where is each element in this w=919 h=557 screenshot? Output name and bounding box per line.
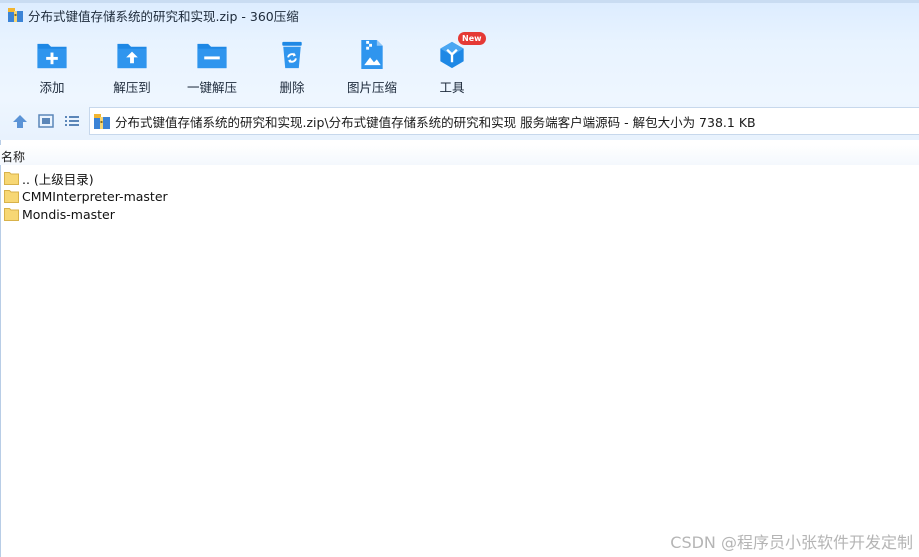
folder-icon xyxy=(4,172,19,185)
file-list: .. (上级目录) CMMInterpreter-master Mondis-m… xyxy=(0,169,919,223)
thumbnail-view-icon[interactable] xyxy=(37,113,55,129)
list-view-icon[interactable] xyxy=(63,113,81,129)
file-name: Mondis-master xyxy=(22,206,115,222)
toolbar-delete-label: 删除 xyxy=(279,80,305,95)
file-name: CMMInterpreter-master xyxy=(22,188,168,204)
address-bar[interactable]: 分布式键值存储系统的研究和实现.zip\分布式键值存储系统的研究和实现 服务端客… xyxy=(89,107,919,135)
extract-to-folder-icon xyxy=(117,43,147,69)
image-compress-icon xyxy=(361,39,383,70)
toolbar-add-label: 添加 xyxy=(39,80,65,95)
address-row: 分布式键值存储系统的研究和实现.zip\分布式键值存储系统的研究和实现 服务端客… xyxy=(0,106,919,136)
toolbar-image-compress-label: 图片压缩 xyxy=(346,80,397,95)
zip-archive-icon xyxy=(94,113,110,129)
new-badge: New xyxy=(458,32,486,45)
add-folder-icon xyxy=(37,43,67,69)
address-path: 分布式键值存储系统的研究和实现.zip\分布式键值存储系统的研究和实现 服务端客… xyxy=(115,114,756,130)
one-click-extract-icon xyxy=(197,43,227,69)
window-title: 分布式键值存储系统的研究和实现.zip - 360压缩 xyxy=(28,8,299,24)
toolbar-one-click-extract-button[interactable]: 一键解压 xyxy=(172,38,252,96)
list-item[interactable]: Mondis-master xyxy=(0,205,919,223)
recycle-bin-icon xyxy=(282,41,302,69)
toolbar-extract-to-button[interactable]: 解压到 xyxy=(92,38,172,96)
file-name: .. (上级目录) xyxy=(22,171,94,187)
toolbar-one-click-extract-label: 一键解压 xyxy=(186,80,237,95)
title-bar: 分布式键值存储系统的研究和实现.zip - 360压缩 xyxy=(0,4,919,26)
360zip-archive-icon xyxy=(8,8,23,22)
toolbar: 添加 解压到 一键解压 删除 图片压缩 工具 New xyxy=(0,32,919,98)
toolbar-delete-button[interactable]: 删除 xyxy=(252,38,332,96)
list-item[interactable]: .. (上级目录) xyxy=(0,169,919,187)
toolbar-tools-label: 工具 xyxy=(439,80,465,95)
toolbar-tools-button[interactable]: 工具 New xyxy=(412,32,492,96)
toolbar-add-button[interactable]: 添加 xyxy=(12,38,92,96)
list-header: 名称 xyxy=(0,145,919,165)
top-bar: 分布式键值存储系统的研究和实现.zip - 360压缩 添加 解压到 一键解压 … xyxy=(0,0,919,140)
list-item[interactable]: CMMInterpreter-master xyxy=(0,187,919,205)
up-arrow-icon[interactable] xyxy=(11,113,29,129)
watermark: CSDN @程序员小张软件开发定制 xyxy=(670,533,913,552)
window-top-edge xyxy=(0,0,919,3)
toolbar-extract-to-label: 解压到 xyxy=(113,80,151,95)
folder-icon xyxy=(4,208,19,221)
column-header-name[interactable]: 名称 xyxy=(1,148,25,165)
folder-icon xyxy=(4,190,19,203)
toolbar-image-compress-button[interactable]: 图片压缩 xyxy=(332,38,412,96)
